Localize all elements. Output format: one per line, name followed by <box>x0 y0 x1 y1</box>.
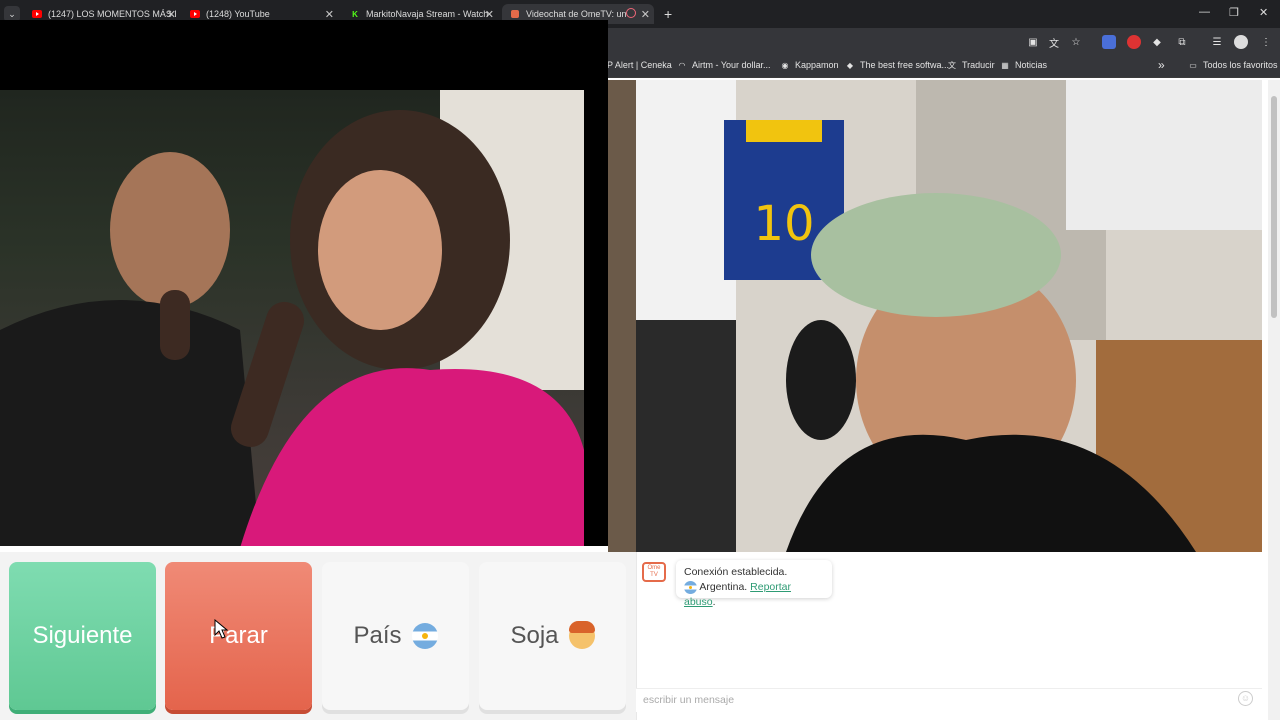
bookmark-item[interactable]: ◆ The best free softwa... <box>845 60 949 70</box>
bookmark-label: P Alert | Ceneka <box>607 60 672 70</box>
ometv-logo: Ome TV <box>642 562 666 582</box>
argentina-flag-icon <box>684 580 697 594</box>
bookmark-label: Kappamon <box>795 60 839 70</box>
airtm-icon: ◠ <box>678 60 686 70</box>
youtube-icon <box>32 9 42 19</box>
bookmark-item[interactable]: ◠ Airtm - Your dollar... <box>677 60 771 70</box>
video-frame: 10 <box>636 80 1262 552</box>
bookmark-label: Noticias <box>1015 60 1048 70</box>
scrollbar-thumb[interactable] <box>1271 96 1277 318</box>
puzzle-icon[interactable]: ⧉ <box>1175 35 1189 49</box>
bookmark-label: Airtm - Your dollar... <box>692 60 771 70</box>
kebab-menu-icon[interactable]: ⋮ <box>1259 35 1273 49</box>
new-tab-button[interactable]: + <box>664 4 678 24</box>
window-close-button[interactable]: ✕ <box>1259 6 1268 19</box>
tab-title: Videochat de OmeTV: uno <box>526 9 626 19</box>
emoji-picker-icon[interactable]: ☺ <box>1238 691 1253 706</box>
translate-icon[interactable]: 文 <box>1047 35 1061 50</box>
message-input-placeholder: escribir un mensaje <box>643 694 735 706</box>
extension-record-icon[interactable] <box>1127 35 1141 49</box>
cast-icon[interactable]: ▣ <box>1026 35 1040 49</box>
plus-icon: + <box>664 6 673 22</box>
connection-status: Conexión establecida. <box>684 566 788 578</box>
media-control-icon[interactable]: ☰ <box>1210 35 1224 49</box>
chevron-down-icon: ⌄ <box>8 8 16 19</box>
gender-filter-button[interactable]: Soja <box>479 562 626 710</box>
diamond-icon: ◆ <box>846 60 854 70</box>
profile-avatar[interactable] <box>1234 35 1248 49</box>
stranger-country-line: Argentina. Reportar abuso. <box>684 580 824 610</box>
recording-icon <box>626 8 636 18</box>
ometv-icon <box>510 9 520 19</box>
ometv-logo-text: Ome TV <box>647 565 661 578</box>
boy-face-icon <box>568 621 595 649</box>
bookmark-item[interactable]: 文 Traducir <box>947 60 995 70</box>
tab-title: MarkitoNavaja Stream - Watch <box>366 9 489 19</box>
argentina-flag-icon <box>411 623 438 649</box>
overlay-video <box>0 20 608 546</box>
next-button[interactable]: Siguiente <box>9 562 156 710</box>
tab-title: (1248) YouTube <box>206 9 270 19</box>
tab-title: (1247) LOS MOMENTOS MÁS É <box>48 9 176 19</box>
stop-button[interactable]: Parar <box>165 562 312 710</box>
bookmark-item[interactable]: P Alert | Ceneka <box>607 60 672 70</box>
youtube-icon <box>190 9 200 19</box>
news-icon: ▦ <box>1001 60 1009 70</box>
mouse-cursor-icon <box>214 619 228 639</box>
svg-text:10: 10 <box>753 196 814 252</box>
overlay-video-frame <box>0 90 584 546</box>
bookmarks-overflow-button[interactable]: » <box>1158 58 1165 72</box>
next-button-label: Siguiente <box>32 622 133 649</box>
bookmark-item[interactable]: ◉ Kappamon <box>780 60 839 70</box>
gender-filter-label: Soja <box>510 622 559 649</box>
system-message: Conexión establecida. Argentina. Reporta… <box>676 560 832 608</box>
bookmark-item[interactable]: ▦ Noticias <box>1000 60 1047 70</box>
close-icon[interactable]: ✕ <box>641 8 650 21</box>
all-bookmarks-button[interactable]: ▭ Todos los favoritos <box>1188 60 1278 70</box>
bookmark-label: Traducir <box>962 60 995 70</box>
translate-icon: 文 <box>948 60 956 70</box>
all-bookmarks-label: Todos los favoritos <box>1203 60 1278 70</box>
folder-icon: ▭ <box>1189 60 1197 70</box>
bookmark-label: The best free softwa... <box>860 60 950 70</box>
stranger-video: 10 <box>636 80 1262 552</box>
stranger-country: Argentina. <box>699 581 748 593</box>
kick-icon: K <box>352 9 358 19</box>
star-icon[interactable]: ☆ <box>1069 35 1083 49</box>
minimize-button[interactable]: — <box>1199 6 1210 18</box>
video-background <box>608 80 636 552</box>
extension-diamond-icon[interactable]: ◆ <box>1150 35 1164 49</box>
message-input[interactable]: escribir un mensaje <box>636 688 1262 712</box>
restore-button[interactable]: ❐ <box>1229 6 1239 19</box>
kappamon-icon: ◉ <box>781 60 789 70</box>
report-suffix: . <box>712 596 716 608</box>
extension-translate-icon[interactable] <box>1102 35 1116 49</box>
country-filter-button[interactable]: País <box>322 562 469 710</box>
country-filter-label: País <box>353 622 402 649</box>
